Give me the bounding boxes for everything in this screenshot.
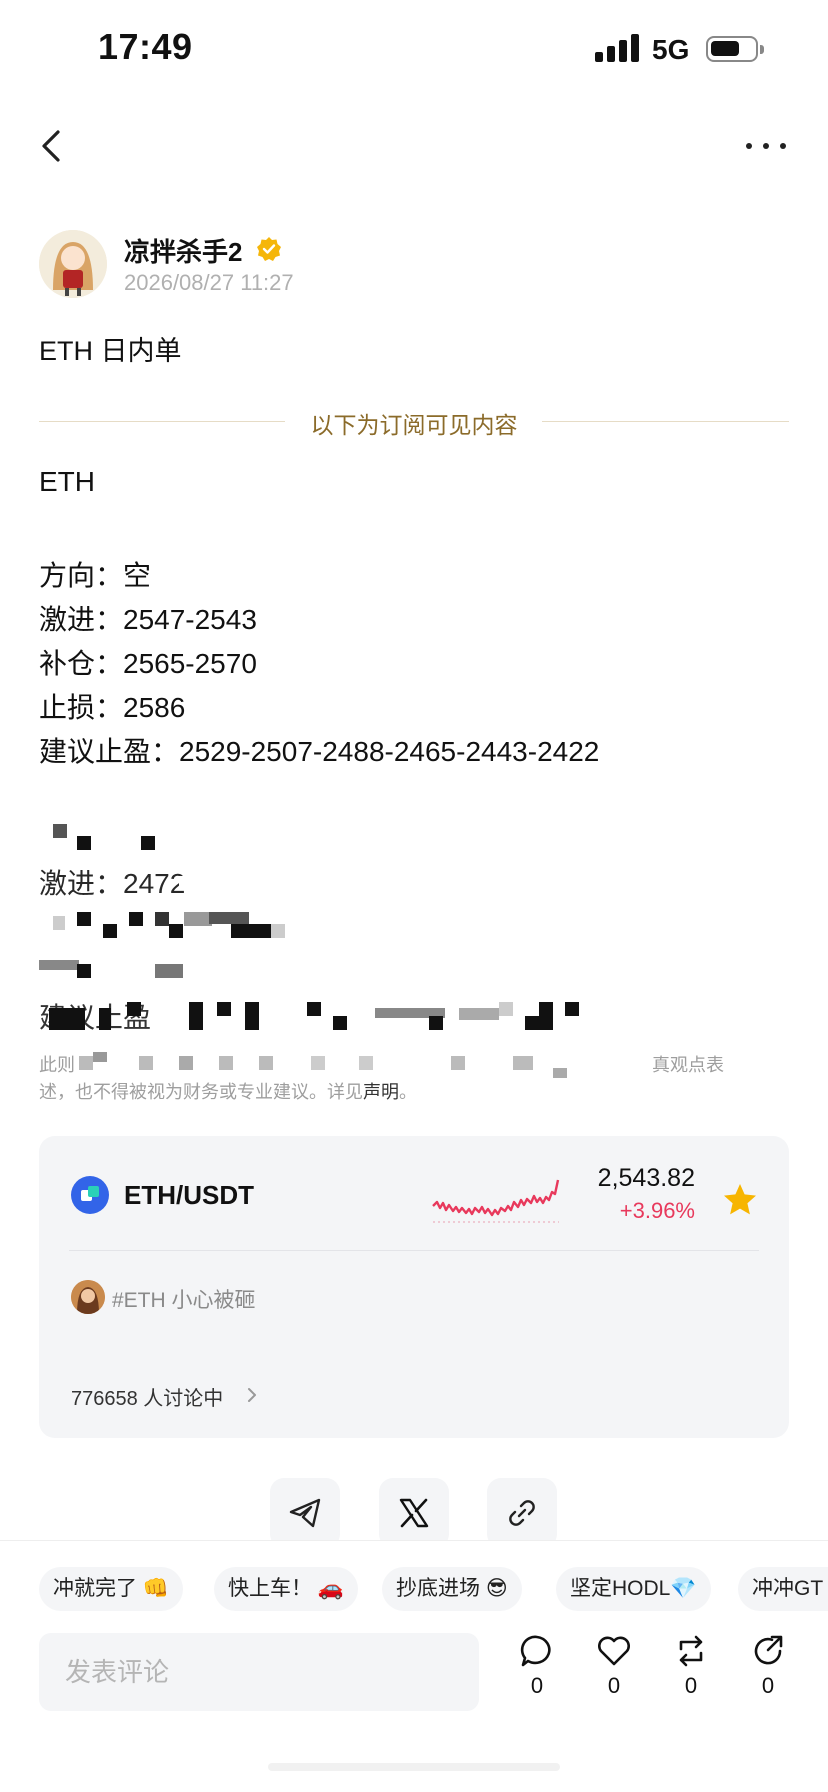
comment-input[interactable]: 发表评论	[39, 1633, 479, 1711]
pair-price: 2,543.82	[597, 1164, 695, 1192]
comment-bubble-icon	[520, 1635, 551, 1667]
author-avatar[interactable]	[39, 230, 107, 298]
status-time: 17:49	[98, 26, 193, 67]
author-name[interactable]: 凉拌杀手2	[124, 232, 242, 269]
content-line-stop-loss: 止损：2586	[39, 692, 186, 723]
signal-icon	[595, 34, 639, 62]
pair-change-percent: +3.96%	[619, 1198, 695, 1223]
more-options-icon[interactable]	[744, 128, 788, 164]
network-label: 5G	[652, 34, 690, 65]
subscription-divider-label: 以下为订阅可见内容	[310, 412, 518, 438]
share-count: 0	[761, 1673, 775, 1698]
content-line-aggressive: 激进：2547-2543	[39, 604, 257, 635]
disclaimer-end: 。	[399, 1082, 417, 1102]
quick-reply-chip[interactable]: 快上车！ 🚗	[214, 1567, 358, 1611]
x-icon	[399, 1498, 429, 1528]
status-bar: 17:49 5G	[0, 0, 828, 100]
chevron-right-icon[interactable]	[245, 1385, 259, 1405]
quick-reply-chip[interactable]: 冲就完了 👊	[39, 1567, 183, 1611]
repost-count: 0	[684, 1673, 698, 1698]
content-line-direction: 方向：空	[39, 560, 152, 591]
card-divider	[69, 1250, 759, 1251]
content-line-add-position: 补仓：2565-2570	[39, 648, 257, 679]
trading-pair[interactable]: ETH/USDT	[124, 1180, 254, 1211]
comment-action-button[interactable]: 0	[507, 1633, 567, 1699]
quick-reply-chip[interactable]: 坚定HODL💎	[556, 1567, 711, 1611]
quick-reply-chip[interactable]: 冲冲GT	[738, 1567, 828, 1611]
divider-right	[542, 421, 789, 422]
favorite-star-icon[interactable]	[722, 1182, 758, 1218]
share-telegram-button[interactable]	[270, 1478, 340, 1548]
back-icon[interactable]	[36, 124, 68, 168]
market-card[interactable]: ETH/USDT 2,543.82 +3.96% #ETH 小心被砸 77665…	[39, 1136, 789, 1438]
like-count: 0	[607, 1673, 621, 1698]
topic-tag[interactable]: #ETH 小心被砸	[112, 1284, 256, 1314]
disclaimer-suffix: 述，也不得被视为财务或专业建议。详见	[39, 1082, 363, 1102]
copy-link-button[interactable]	[487, 1478, 557, 1548]
heart-icon	[598, 1636, 630, 1666]
battery-icon	[706, 36, 764, 62]
bottom-action-bar: 冲就完了 👊 快上车！ 🚗 抄底进场 😎 坚定HODL💎 冲冲GT 发表评论 0…	[0, 1540, 828, 1792]
telegram-icon	[289, 1498, 321, 1528]
post-title: ETH 日内单	[39, 336, 182, 366]
disclaimer-text: 此则 真观点表 述，也不得被视为财务或专业建议。详见声明。	[39, 1052, 779, 1106]
share-arrow-icon	[754, 1635, 783, 1665]
content-line-asset: ETH	[39, 466, 95, 497]
tag-user-avatar	[71, 1280, 105, 1314]
disclaimer-link[interactable]: 声明	[363, 1082, 399, 1102]
share-x-button[interactable]	[379, 1478, 449, 1548]
comment-count: 0	[530, 1673, 544, 1698]
repost-icon	[679, 1635, 703, 1667]
price-sparkline-icon	[431, 1172, 561, 1228]
verified-badge-icon	[256, 236, 282, 262]
home-indicator	[268, 1763, 560, 1771]
quick-reply-chip[interactable]: 抄底进场 😎	[382, 1567, 522, 1611]
link-icon	[509, 1500, 535, 1526]
disclaimer-prefix: 此则	[39, 1055, 75, 1075]
post-timestamp: 2026/08/27 11:27	[124, 270, 294, 295]
disclaimer-tail: 真观点表	[652, 1055, 725, 1075]
content-line-take-profit: 建议止盈：2529-2507-2488-2465-2443-2422	[39, 736, 600, 767]
like-action-button[interactable]: 0	[584, 1633, 644, 1699]
eth-usdt-coin-icon	[71, 1176, 109, 1214]
discussion-count[interactable]: 776658 人讨论中	[71, 1382, 223, 1411]
repost-action-button[interactable]: 0	[661, 1633, 721, 1699]
share-action-button[interactable]: 0	[738, 1633, 798, 1699]
